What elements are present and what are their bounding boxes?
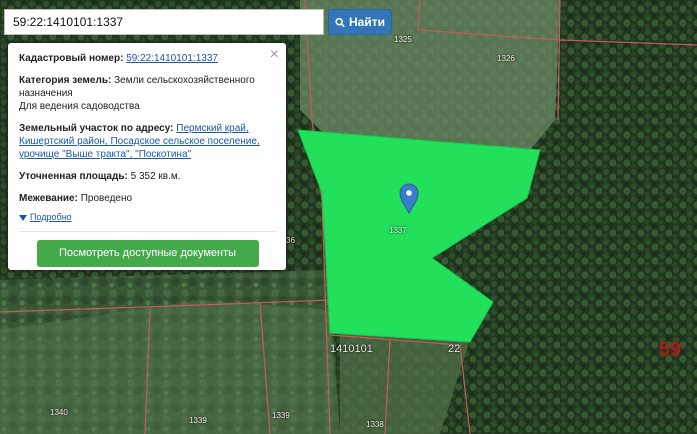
more-details-toggle[interactable]: Подробно bbox=[19, 211, 72, 224]
popup-divider bbox=[19, 230, 276, 232]
parcel-label-1339-b: 1339 bbox=[272, 411, 290, 420]
quarter-label-1410101: 1410101 bbox=[330, 343, 373, 355]
close-icon[interactable]: × bbox=[270, 47, 279, 63]
survey-row: Межевание: Проведено bbox=[19, 192, 276, 205]
cadastral-number-label: Кадастровый номер: bbox=[19, 53, 124, 64]
parcel-label-1338: 1338 bbox=[366, 420, 384, 429]
view-documents-button[interactable]: Посмотреть доступные документы bbox=[36, 239, 259, 267]
parcel-label-1325: 1325 bbox=[394, 35, 412, 44]
region-number-label: 59 bbox=[658, 339, 681, 361]
land-category-label: Категория земель: bbox=[19, 75, 112, 86]
area-row: Уточненная площадь: 5 352 кв.м. bbox=[19, 170, 276, 183]
search-input[interactable] bbox=[4, 9, 324, 35]
triangle-down-icon bbox=[19, 214, 27, 221]
area-label: Уточненная площадь: bbox=[19, 171, 128, 182]
search-button[interactable]: Найти bbox=[328, 9, 392, 35]
cadastral-number-link[interactable]: 59:22:1410101:1337 bbox=[126, 53, 218, 64]
parcel-label-1340: 1340 bbox=[50, 408, 68, 417]
parcel-info-popup: × Кадастровый номер: 59:22:1410101:1337 … bbox=[8, 43, 286, 270]
parcel-label-1326: 1326 bbox=[497, 54, 515, 63]
survey-label: Межевание: bbox=[19, 193, 78, 204]
parcel-label-1339-a: 1339 bbox=[189, 416, 207, 425]
address-label: Земельный участок по адресу: bbox=[19, 123, 174, 134]
parcel-label-1337: 1337 bbox=[389, 226, 407, 235]
land-category-row: Категория земель: Земли сельскохозяйстве… bbox=[19, 74, 276, 113]
area-value: 5 352 кв.м. bbox=[130, 171, 181, 182]
search-icon bbox=[335, 17, 345, 27]
land-usage-value: Для ведения садоводства bbox=[19, 101, 140, 112]
district-label-22: 22 bbox=[448, 343, 461, 355]
search-button-label: Найти bbox=[349, 15, 385, 29]
cadastral-number-row: Кадастровый номер: 59:22:1410101:1337 bbox=[19, 52, 276, 65]
parcel-label-36: 36 bbox=[286, 236, 295, 245]
more-details-label: Подробно bbox=[30, 212, 72, 222]
survey-value: Проведено bbox=[80, 193, 133, 204]
address-row: Земельный участок по адресу: Пермский кр… bbox=[19, 122, 276, 161]
